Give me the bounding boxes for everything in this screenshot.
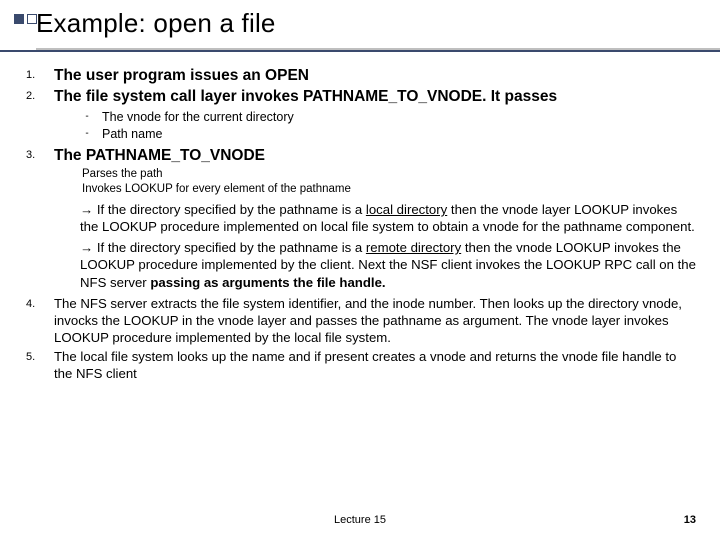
item-text: The file system call layer invokes PATHN… [54,87,557,106]
list-item: 4. The NFS server extracts the file syst… [26,295,698,346]
sub-indent: Parses the path Invokes LOOKUP for every… [82,167,698,197]
title-underline [0,48,720,52]
item-number: 2. [26,87,54,102]
sub-list: -The vnode for the current directory -Pa… [72,109,698,144]
page-number: 13 [684,514,696,526]
paragraph: → If the directory specified by the path… [80,239,698,290]
item-number: 1. [26,66,54,81]
list-item: 3. The PATHNAME_TO_VNODE [26,146,698,165]
item-text: The user program issues an OPEN [54,66,309,85]
corner-squares [14,14,37,24]
item-text: The local file system looks up the name … [54,348,698,382]
item-number: 3. [26,146,54,161]
sub-item-text: Path name [102,126,162,144]
item-text: The PATHNAME_TO_VNODE [54,146,265,165]
sub-item-text: Invokes LOOKUP for every element of the … [82,182,698,197]
dash-icon: - [72,109,102,122]
dash-icon: - [72,126,102,139]
slide-title: Example: open a file [36,8,276,39]
arrow-icon: → If the directory specified by the path… [80,240,366,255]
sub-item-text: Parses the path [82,167,698,182]
list-item: 1. The user program issues an OPEN [26,66,698,85]
slide: Example: open a file 1. The user program… [0,0,720,540]
arrow-icon: → If the directory specified by the path… [80,202,366,217]
list-item: 2. The file system call layer invokes PA… [26,87,698,106]
sub-item-text: The vnode for the current directory [102,109,294,127]
footer-lecture: Lecture 15 [0,514,720,526]
item-text: The NFS server extracts the file system … [54,295,698,346]
item-number: 4. [26,295,54,310]
square-icon [14,14,24,24]
item-number: 5. [26,348,54,363]
list-item: 5. The local file system looks up the na… [26,348,698,382]
paragraph: → If the directory specified by the path… [80,201,698,235]
bold-text: passing as arguments the file handle. [150,275,385,290]
slide-body: 1. The user program issues an OPEN 2. Th… [26,66,698,385]
underlined-text: remote directory [366,240,461,255]
underlined-text: local directory [366,202,447,217]
